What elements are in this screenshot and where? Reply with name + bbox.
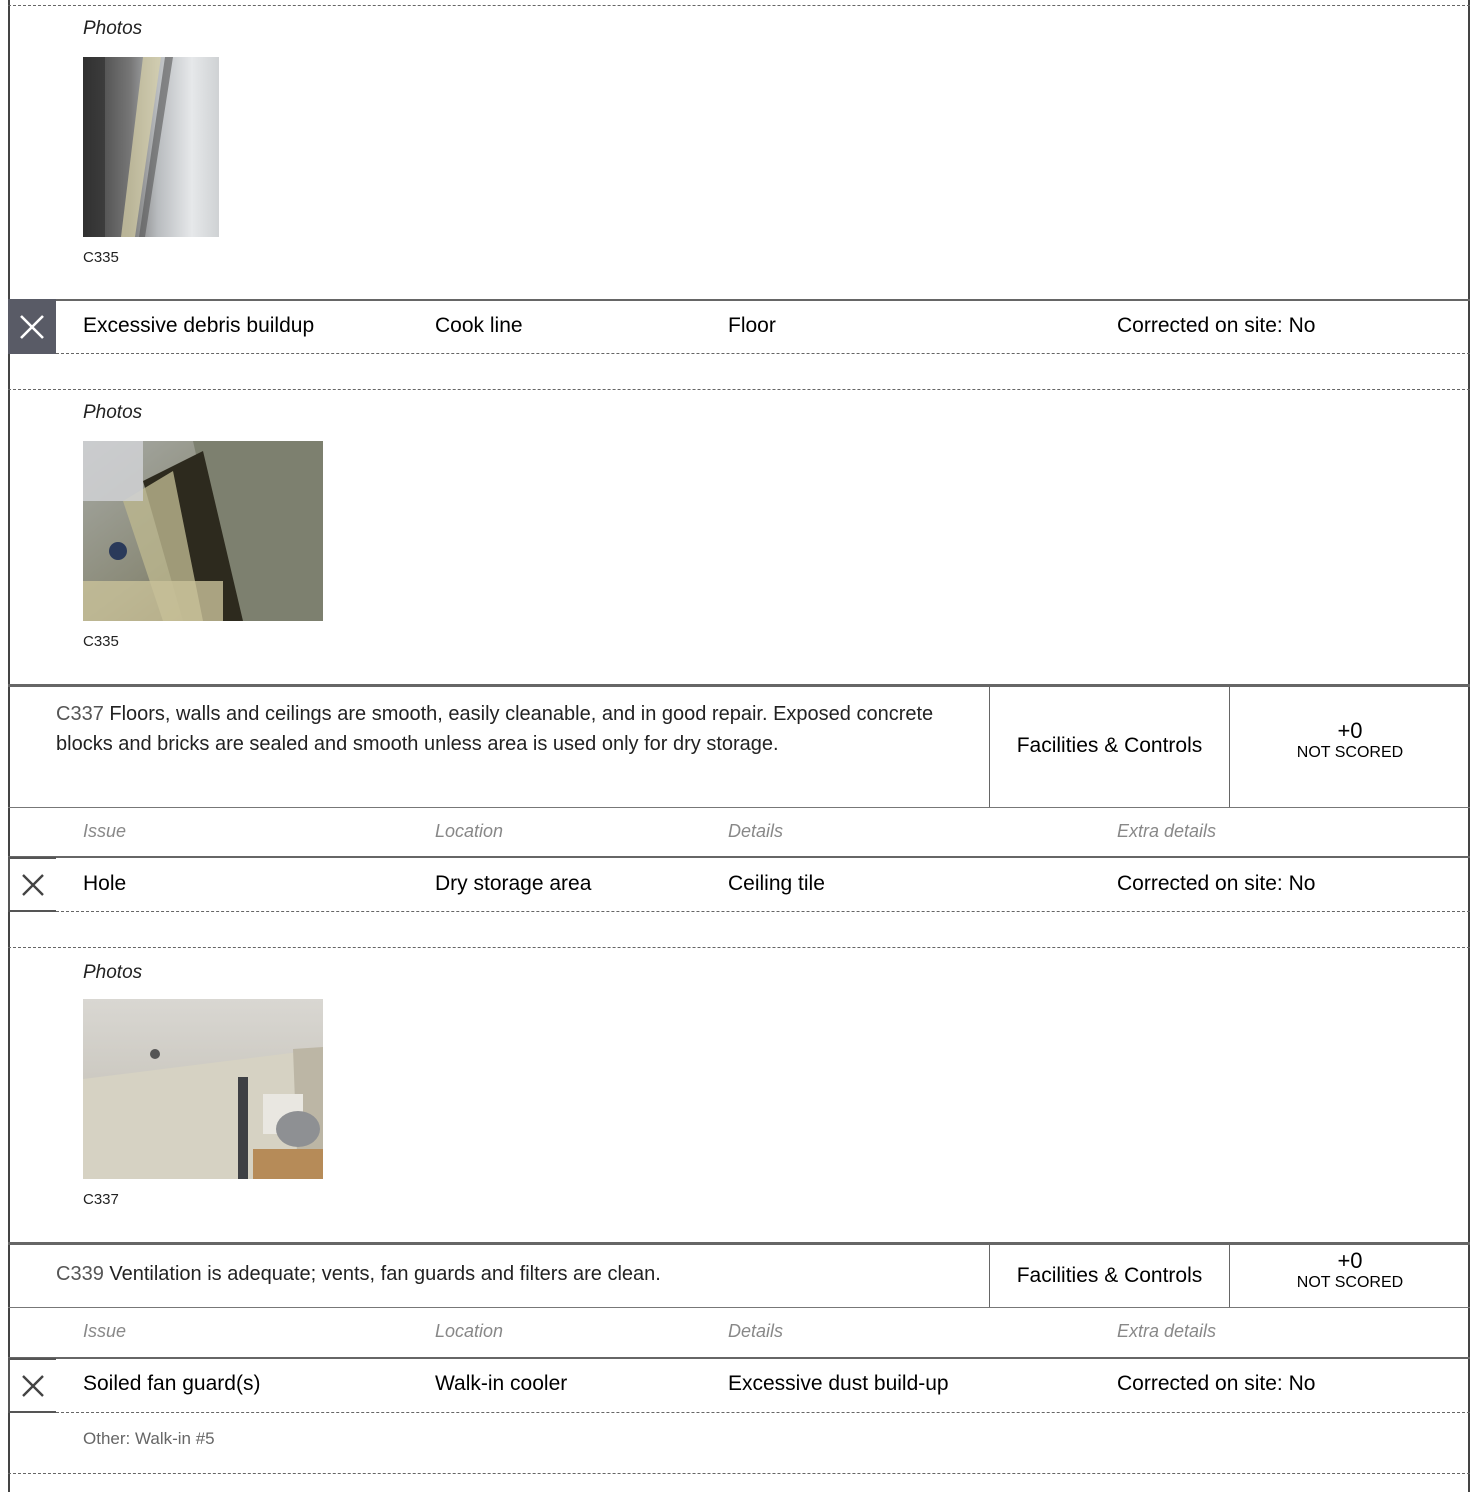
close-icon <box>22 1374 44 1397</box>
column-header-extra: Extra details <box>1117 1321 1217 1341</box>
issue-name: Hole <box>83 872 127 895</box>
item-code: C339 <box>56 1263 104 1285</box>
item-text: Ventilation is adequate; vents, fan guar… <box>103 1263 661 1285</box>
photos-label: Photos <box>83 402 143 423</box>
column-header-details: Details <box>728 1321 784 1341</box>
item-description: C339 Ventilation is adequate; vents, fan… <box>56 1259 976 1289</box>
issue-name: Soiled fan guard(s) <box>83 1372 261 1395</box>
column-header-location: Location <box>435 821 504 841</box>
photo-thumbnail[interactable] <box>83 441 323 621</box>
photos-label: Photos <box>83 962 143 983</box>
item-score: +0 NOT SCORED <box>1230 1248 1470 1292</box>
issue-extra-details: Corrected on site: No <box>1117 872 1316 895</box>
score-status: NOT SCORED <box>1296 1274 1404 1291</box>
photo-caption: C335 <box>83 633 119 650</box>
issue-extra-details: Corrected on site: No <box>1117 314 1316 337</box>
item-score: +0 NOT SCORED <box>1230 718 1470 762</box>
column-header-issue: Issue <box>83 1321 127 1341</box>
item-category: Facilities & Controls <box>1016 1264 1203 1287</box>
issue-status-x-box <box>8 857 56 912</box>
issue-location: Walk-in cooler <box>435 1372 568 1395</box>
column-header-extra: Extra details <box>1117 821 1217 841</box>
issue-name: Excessive debris buildup <box>83 314 315 337</box>
issue-other-note: Other: Walk-in #5 <box>83 1429 215 1448</box>
issue-extra-details: Corrected on site: No <box>1117 1372 1316 1395</box>
issue-status-x-box <box>8 299 56 354</box>
item-code: C337 <box>56 703 104 725</box>
column-header-location: Location <box>435 1321 504 1341</box>
photo-thumbnail[interactable] <box>83 57 219 237</box>
score-points: +0 <box>1337 718 1363 743</box>
issue-location: Cook line <box>435 314 523 337</box>
score-status: NOT SCORED <box>1296 744 1404 761</box>
issue-details: Excessive dust build-up <box>728 1372 949 1395</box>
column-header-details: Details <box>728 821 784 841</box>
issue-status-x-box <box>8 1358 56 1413</box>
column-header-issue: Issue <box>83 821 127 841</box>
close-icon <box>20 314 44 339</box>
issue-details: Ceiling tile <box>728 872 825 895</box>
photos-label: Photos <box>83 18 143 39</box>
item-text: Floors, walls and ceilings are smooth, e… <box>56 703 934 755</box>
item-description: C337 Floors, walls and ceilings are smoo… <box>56 699 936 759</box>
item-category: Facilities & Controls <box>1016 734 1203 757</box>
photo-thumbnail[interactable] <box>83 999 323 1179</box>
photo-caption: C335 <box>83 249 119 266</box>
close-icon <box>22 873 44 896</box>
issue-location: Dry storage area <box>435 872 592 895</box>
issue-details: Floor <box>728 314 776 337</box>
photo-caption: C337 <box>83 1191 119 1208</box>
score-points: +0 <box>1337 1248 1363 1273</box>
